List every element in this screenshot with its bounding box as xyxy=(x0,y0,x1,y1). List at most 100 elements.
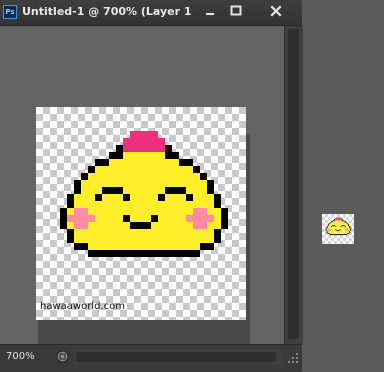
pixel xyxy=(116,173,123,180)
minimize-button[interactable] xyxy=(198,2,222,20)
pixel xyxy=(102,166,109,173)
pixel xyxy=(151,152,158,159)
pixel xyxy=(334,231,336,233)
pixel xyxy=(158,138,165,145)
pixel xyxy=(158,215,165,222)
pixel xyxy=(88,187,95,194)
pixel xyxy=(123,243,130,250)
pixel xyxy=(337,228,339,230)
pixel xyxy=(345,224,347,226)
pixel xyxy=(340,222,342,224)
pixel xyxy=(336,232,338,234)
horizontal-scroll-thumb[interactable] xyxy=(76,352,276,362)
vertical-scrollbar[interactable] xyxy=(284,26,303,344)
pixel xyxy=(334,229,336,231)
pixel xyxy=(186,180,193,187)
pixel xyxy=(349,229,351,231)
pixel xyxy=(339,229,341,231)
zoom-level-field[interactable]: 700% xyxy=(6,350,46,364)
pixel xyxy=(349,227,351,229)
maximize-button[interactable] xyxy=(224,2,248,20)
pixel xyxy=(327,228,329,230)
pixel xyxy=(330,224,333,226)
pixel xyxy=(332,234,334,236)
pixel xyxy=(332,231,334,233)
pixel xyxy=(338,225,340,227)
pixel xyxy=(338,218,340,220)
pixel xyxy=(346,227,349,229)
pixel xyxy=(337,234,339,236)
pixel xyxy=(81,222,88,229)
pixel xyxy=(337,217,339,219)
pixel xyxy=(137,208,144,215)
pixel xyxy=(345,229,347,231)
pixel xyxy=(102,159,109,166)
pixel xyxy=(334,233,336,235)
document-info-icon[interactable] xyxy=(56,350,69,363)
pixel xyxy=(341,225,343,227)
document-titlebar[interactable]: Ps Untitled-1 @ 700% (Layer 1, RG... xyxy=(0,0,302,26)
pixel xyxy=(144,180,151,187)
pixel xyxy=(338,233,340,235)
pixel xyxy=(348,226,350,228)
pixel xyxy=(158,166,165,173)
vertical-scroll-thumb[interactable] xyxy=(288,29,299,339)
pixel xyxy=(151,173,158,180)
pixel xyxy=(333,223,335,225)
document-canvas[interactable]: hawaaworld.com xyxy=(36,107,246,320)
pixel xyxy=(102,180,109,187)
pixel xyxy=(341,227,343,229)
pixel xyxy=(186,201,193,208)
pixel xyxy=(336,227,338,229)
pixel xyxy=(109,243,116,250)
horizontal-scrollbar[interactable] xyxy=(74,349,282,365)
pixel xyxy=(327,225,329,227)
close-button[interactable] xyxy=(252,2,300,20)
pixel xyxy=(342,232,344,234)
pixel xyxy=(144,145,151,152)
pixel xyxy=(95,166,102,173)
pixel xyxy=(336,226,338,228)
pixel xyxy=(116,159,123,166)
pixel xyxy=(325,228,327,230)
pixel xyxy=(172,201,179,208)
pixel xyxy=(74,222,81,229)
pixel xyxy=(343,234,345,236)
pixel xyxy=(344,231,346,233)
pixel xyxy=(341,230,343,232)
pixel xyxy=(340,232,342,234)
pixel xyxy=(88,194,95,201)
pixel xyxy=(337,229,339,231)
pixel xyxy=(336,222,338,224)
pixel xyxy=(116,145,123,152)
pixel xyxy=(342,223,344,225)
pixel xyxy=(214,222,221,229)
pixel xyxy=(81,236,88,243)
pixel xyxy=(342,226,344,228)
pixel xyxy=(339,227,341,229)
pixel xyxy=(341,232,343,234)
pixel xyxy=(339,219,341,221)
pixel xyxy=(344,234,346,236)
pixel xyxy=(330,223,333,225)
pixel xyxy=(342,224,344,226)
pixel xyxy=(81,215,88,222)
pixel xyxy=(200,229,207,236)
pixel xyxy=(151,166,158,173)
pixel xyxy=(81,201,88,208)
pixel xyxy=(137,131,144,138)
pixel xyxy=(172,236,179,243)
canvas-workspace[interactable]: hawaaworld.com xyxy=(0,26,284,349)
pixel xyxy=(123,138,130,145)
pixel xyxy=(207,243,214,250)
pixel xyxy=(337,224,339,226)
resize-grip-icon[interactable] xyxy=(286,351,300,365)
pixel xyxy=(109,201,116,208)
pixel xyxy=(123,250,130,257)
pixel xyxy=(193,215,200,222)
pixel xyxy=(123,166,130,173)
pixel xyxy=(221,222,228,229)
pixel xyxy=(179,222,186,229)
pixel xyxy=(144,229,151,236)
pixel xyxy=(186,208,193,215)
